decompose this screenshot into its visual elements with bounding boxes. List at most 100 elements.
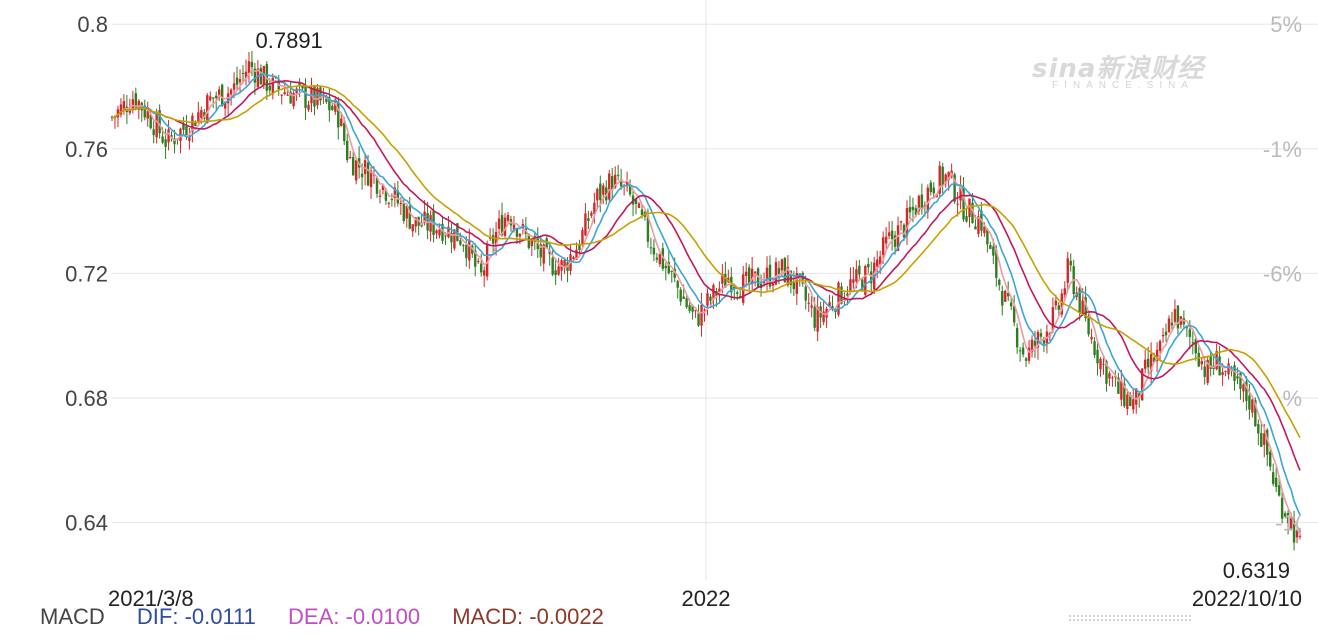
candle-body (343, 122, 346, 142)
candle-body (670, 270, 673, 272)
candle-body (1170, 322, 1174, 326)
candle-body (1093, 341, 1096, 356)
candle-body (283, 92, 286, 95)
candle-body (810, 305, 813, 308)
right-tick-label: 5% (1270, 12, 1302, 37)
dea-value: DEA: -0.0100 (288, 604, 421, 629)
candle-body (599, 183, 602, 201)
candle-body (444, 235, 447, 237)
candle-body (813, 307, 816, 328)
candle-body (497, 218, 501, 229)
candle-body (1161, 334, 1165, 337)
candle-body (482, 270, 486, 276)
candle-body (706, 293, 709, 306)
candle-body (697, 313, 700, 326)
candle-body (1057, 305, 1061, 310)
candle-body (411, 224, 414, 232)
candle-body (1018, 350, 1022, 352)
candle-body (1197, 352, 1200, 367)
candle-body (920, 194, 924, 210)
candle-body (438, 229, 441, 236)
candle-body (956, 203, 959, 205)
candle-body (932, 187, 935, 194)
candle-body (1203, 366, 1206, 377)
candle-body (1158, 340, 1162, 351)
candle-body (197, 112, 200, 122)
candle-body (652, 247, 656, 255)
scroll-handle[interactable] (1068, 614, 1192, 622)
candle-body (884, 236, 888, 244)
candle-body (1066, 258, 1069, 283)
candle-body (700, 304, 703, 326)
candle-body (468, 239, 471, 261)
candle-body (229, 89, 233, 95)
candle-body (1188, 329, 1192, 338)
indicator-label[interactable]: MACD (40, 604, 105, 629)
candle-body (780, 259, 784, 271)
candle-body (563, 260, 566, 267)
candle-body (1200, 361, 1203, 365)
candle-body (1269, 451, 1272, 467)
candle-body (340, 118, 343, 126)
candle-body (736, 292, 739, 294)
candle-body (965, 216, 968, 222)
candle-body (664, 265, 668, 269)
candle-body (247, 61, 251, 74)
candle-body (1176, 305, 1180, 329)
candle-body (744, 271, 748, 276)
candle-body (1111, 377, 1114, 379)
candle-body (1099, 358, 1102, 370)
candle-body (682, 296, 685, 299)
candle-body (1001, 290, 1004, 306)
candle-body (709, 296, 712, 301)
candle-body (348, 156, 352, 158)
candle-body (887, 232, 891, 237)
x-axis-label: 2022/10/10 (1192, 586, 1302, 611)
candle-body (1146, 358, 1150, 368)
candle-body (1257, 424, 1260, 434)
candle-body (941, 166, 944, 186)
candle-body (655, 257, 659, 260)
candle-body (926, 187, 930, 212)
candle-body (551, 257, 554, 275)
candle-body (807, 302, 810, 304)
candle-body (1143, 359, 1147, 369)
candle-body (1224, 370, 1227, 372)
candle-body (881, 237, 885, 256)
right-tick-label: -1% (1263, 137, 1302, 162)
candle-body (1167, 318, 1171, 333)
candle-body (351, 157, 355, 176)
candle-body (280, 94, 283, 96)
x-axis-label: 2022 (682, 586, 731, 611)
candle-body (747, 267, 751, 283)
candle-body (530, 240, 534, 247)
candle-body (465, 244, 468, 259)
candle-body (390, 198, 394, 201)
candle-body (1251, 399, 1254, 413)
candle-body (911, 206, 915, 211)
candle-body (1033, 340, 1037, 346)
candle-body (804, 286, 807, 301)
candle-body (765, 267, 769, 279)
candle-body (459, 240, 462, 245)
candle-body (354, 160, 358, 181)
candle-body (596, 188, 599, 201)
candle-body (1004, 290, 1007, 302)
candle-body (905, 208, 909, 236)
candle-body (506, 215, 510, 221)
watermark-subtitle: FINANCE.SINA (1052, 80, 1195, 91)
candle-body (402, 202, 405, 221)
candle-body (220, 84, 224, 107)
candle-body (685, 298, 688, 308)
candle-body (286, 94, 289, 96)
candle-body (1090, 336, 1093, 340)
right-axis-ticks: 5% -1% -6%% -1( (1263, 12, 1303, 535)
candle-body (783, 258, 787, 283)
candle-body (1087, 317, 1090, 335)
high-annotation: 0.7891 (256, 28, 323, 53)
candle-body (1164, 331, 1168, 336)
candle-body (855, 269, 858, 282)
candle-body (155, 114, 158, 138)
indicator-bar: MACD DIF: -0.0111 DEA: -0.0100 MACD: -0.… (40, 604, 630, 630)
candle-body (1102, 363, 1105, 365)
